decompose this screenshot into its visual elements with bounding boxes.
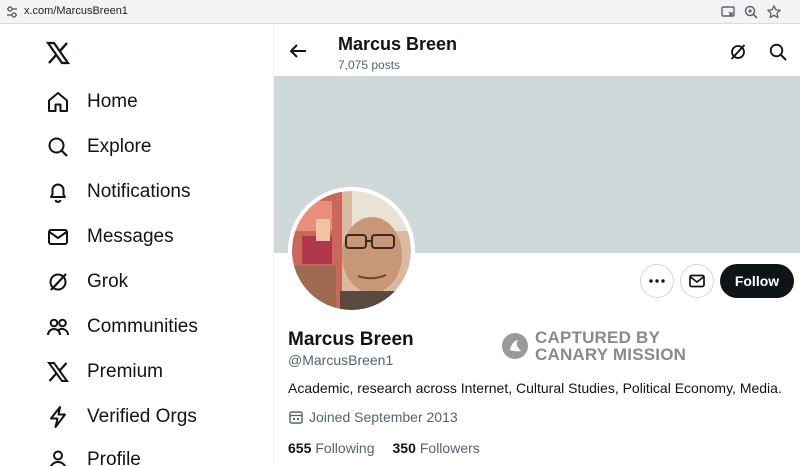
following-label: Following [315,440,375,456]
avatar[interactable] [288,187,415,314]
followers-count: 350 [392,440,416,456]
cast-icon[interactable] [720,4,736,20]
more-dots-icon [649,279,665,283]
sidebar-item-profile[interactable]: Profile [44,440,141,466]
sidebar-item-label: Profile [87,449,141,466]
sidebar-item-verified-orgs[interactable]: Verified Orgs [44,397,197,437]
canary-logo-icon [502,333,528,359]
more-options-button[interactable] [640,264,674,298]
sidebar-item-label: Verified Orgs [87,406,197,427]
search-icon[interactable] [768,42,788,62]
zoom-icon[interactable] [743,4,759,20]
bell-icon [44,178,72,206]
url-text[interactable]: x.com/MarcusBreen1 [24,5,128,17]
left-sidebar: Home Explore Notifications Messages Grok… [0,24,274,466]
profile-handle: @MarcusBreen1 [288,352,394,368]
joined-text: Joined September 2013 [309,409,458,425]
watermark-line2: CANARY MISSION [535,345,687,364]
sidebar-item-label: Premium [87,361,164,382]
x-logo-icon[interactable] [46,41,70,65]
sidebar-item-label: Notifications [87,181,191,202]
followers-link[interactable]: 350 Followers [393,440,480,456]
follow-stats: 655 Following 350 Followers [288,440,498,456]
sidebar-item-label: Home [87,91,138,112]
bolt-icon [44,403,72,431]
browser-address-bar[interactable]: x.com/MarcusBreen1 [0,0,800,24]
header-profile-name: Marcus Breen [338,34,458,54]
message-button[interactable] [680,264,714,298]
canary-mission-watermark: CAPTURED BY CANARY MISSION [501,329,686,363]
sidebar-item-communities[interactable]: Communities [44,307,198,347]
sidebar-item-messages[interactable]: Messages [44,217,174,257]
x-icon [44,358,72,386]
mail-icon [689,274,705,288]
bookmark-star-icon[interactable] [766,4,782,20]
profile-column: Marcus Breen 7,075 posts Follow Marcus B… [274,24,800,466]
sidebar-item-label: Grok [87,271,129,292]
sidebar-item-notifications[interactable]: Notifications [44,172,191,212]
home-icon [44,88,72,116]
profile-name: Marcus Breen [288,329,414,350]
back-arrow-icon[interactable] [288,41,308,61]
sidebar-item-premium[interactable]: Premium [44,352,163,392]
sidebar-item-explore[interactable]: Explore [44,127,151,167]
sidebar-item-label: Messages [87,226,174,247]
joined-date: Joined September 2013 [288,409,458,425]
people-icon [44,313,72,341]
followers-label: Followers [419,440,480,456]
header-post-count: 7,075 posts [338,58,401,72]
sidebar-item-home[interactable]: Home [44,82,138,122]
sidebar-item-label: Communities [87,316,198,337]
site-settings-icon[interactable] [6,5,18,19]
sidebar-item-label: Explore [87,136,152,157]
profile-bio: Academic, research across Internet, Cult… [288,380,782,396]
search-icon [44,133,72,161]
person-icon [44,446,72,466]
calendar-icon [289,411,303,424]
following-link[interactable]: 655 Following [288,440,375,456]
grok-icon [44,268,72,296]
sidebar-item-grok[interactable]: Grok [44,262,128,302]
profile-header-bar: Marcus Breen 7,075 posts [274,24,800,76]
watermark-line1: CAPTURED BY [535,328,660,347]
follow-button[interactable]: Follow [720,264,794,298]
mail-icon [44,223,72,251]
following-count: 655 [288,440,312,456]
grok-icon[interactable] [728,42,748,62]
